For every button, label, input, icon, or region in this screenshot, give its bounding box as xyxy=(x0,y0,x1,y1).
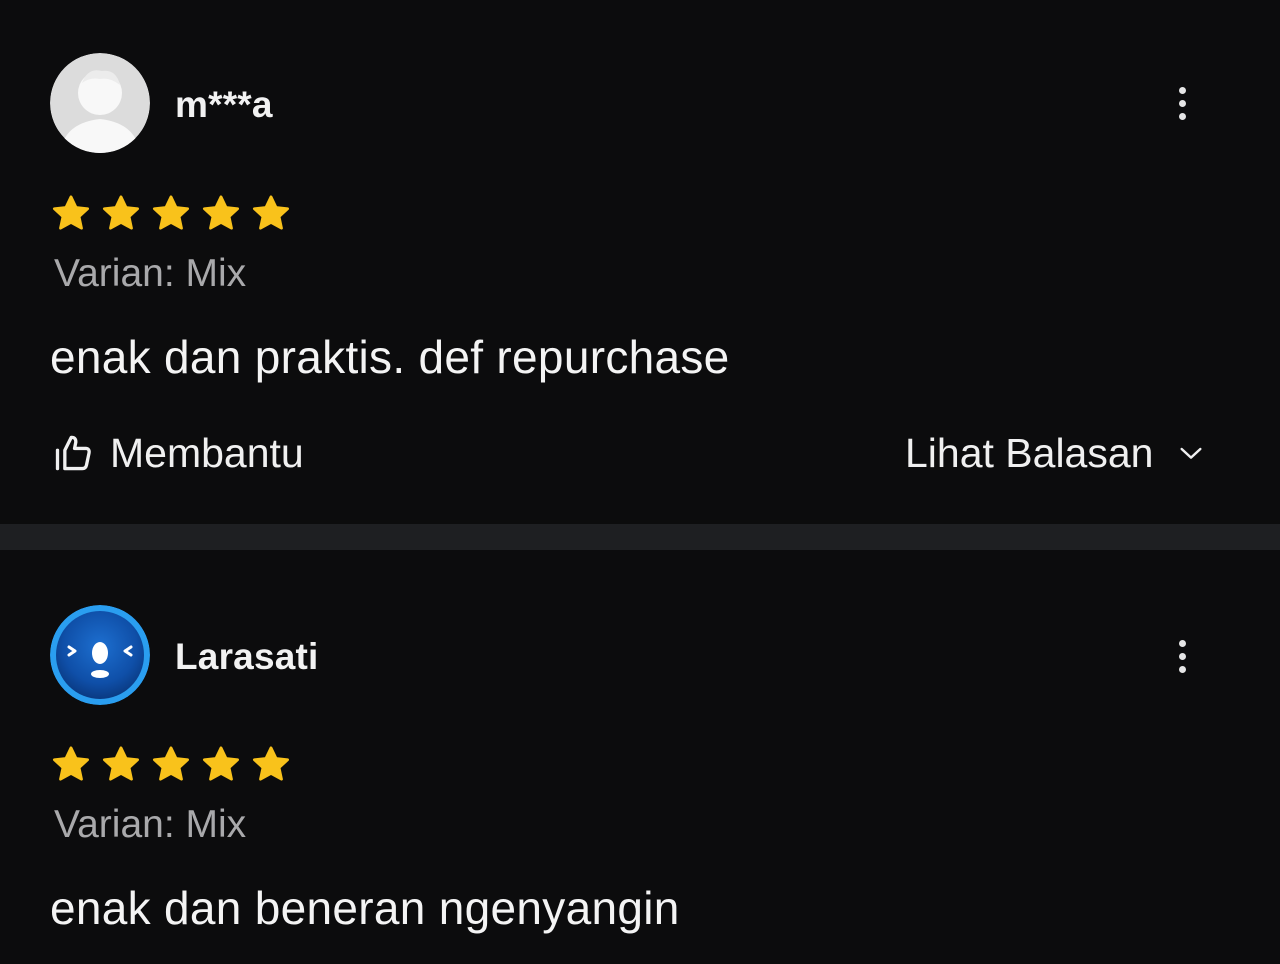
star-icon xyxy=(202,746,240,781)
review-divider xyxy=(0,524,1280,550)
product-variant: Varian: Mix xyxy=(54,252,247,295)
more-dot xyxy=(1179,653,1186,660)
helpful-label: Membantu xyxy=(110,429,304,476)
star-icon xyxy=(252,746,290,781)
more-dot xyxy=(1179,666,1186,673)
star-icon xyxy=(252,195,290,230)
chevron-down-icon xyxy=(1180,447,1203,459)
default-user-avatar-icon[interactable] xyxy=(50,53,150,153)
star-icon xyxy=(152,746,190,781)
more-dots-icon xyxy=(1179,87,1186,94)
helpful-button[interactable]: Membantu xyxy=(52,425,304,481)
view-replies-label: Lihat Balasan xyxy=(905,429,1154,476)
blue-robot-avatar-icon[interactable] xyxy=(50,605,150,705)
thumbs-up-icon xyxy=(55,435,91,471)
star-icon xyxy=(102,746,140,781)
star-icon xyxy=(102,195,140,230)
product-variant: Varian: Mix xyxy=(54,803,247,846)
star-rating xyxy=(50,193,292,235)
view-replies-button[interactable]: Lihat Balasan xyxy=(905,425,1207,481)
review-card: Larasati Varian: Mix enak dan beneran ng… xyxy=(0,550,1280,964)
star-icon xyxy=(52,195,90,230)
reviewer-name[interactable]: Larasati xyxy=(175,636,319,678)
more-dot xyxy=(1179,100,1186,107)
star-icon xyxy=(152,195,190,230)
review-comment: enak dan praktis. def repurchase xyxy=(50,331,730,383)
reviews-page: m***a Varian: Mix enak dan praktis. def … xyxy=(0,0,1280,964)
more-options-button[interactable] xyxy=(1164,630,1200,682)
review-comment: enak dan beneran ngenyangin xyxy=(50,882,680,934)
more-dot xyxy=(1179,113,1186,120)
star-icon xyxy=(202,195,240,230)
reviewer-name[interactable]: m***a xyxy=(175,84,273,126)
star-rating xyxy=(50,744,292,786)
review-card: m***a Varian: Mix enak dan praktis. def … xyxy=(0,0,1280,524)
star-icon xyxy=(52,746,90,781)
more-options-button[interactable] xyxy=(1164,77,1200,129)
more-dots-icon xyxy=(1179,640,1186,647)
